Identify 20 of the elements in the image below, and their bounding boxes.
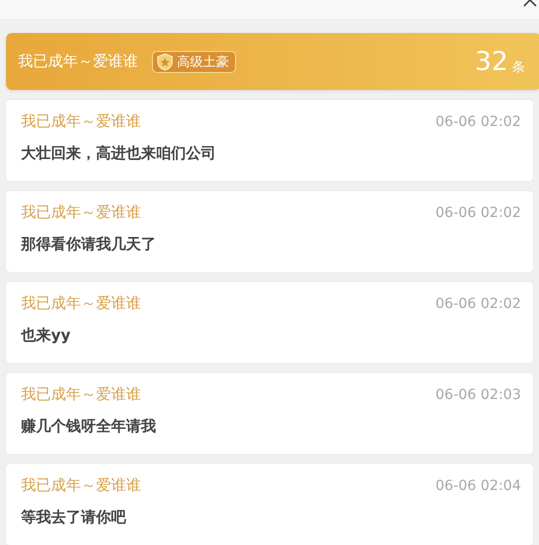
message-username: 我已成年～爱谁谁 (21, 385, 141, 404)
message-username: 我已成年～爱谁谁 (21, 203, 141, 222)
message-time: 06-06 02:02 (436, 114, 521, 130)
banner-username: 我已成年～爱谁谁 (18, 52, 138, 71)
message-username: 我已成年～爱谁谁 (21, 112, 141, 131)
count-unit: 条 (512, 58, 525, 76)
message-text: 赚几个钱呀全年请我 (21, 417, 157, 436)
message-text: 大壮回来，高进也来咱们公司 (21, 144, 217, 163)
message-time: 06-06 02:02 (436, 296, 521, 312)
badge-label: 高级土豪 (177, 54, 229, 70)
star-shield-icon (156, 52, 174, 70)
message-count: 32 (474, 46, 508, 76)
message-username: 我已成年～爱谁谁 (21, 294, 141, 313)
message-username: 我已成年～爱谁谁 (21, 476, 141, 495)
message-time: 06-06 02:03 (436, 386, 521, 402)
message-time: 06-06 02:02 (436, 204, 521, 220)
message-text: 也来yy (21, 326, 72, 345)
message-time: 06-06 02:04 (436, 478, 521, 494)
message-text: 等我去了请你吧 (21, 508, 128, 527)
message-text: 那得看你请我几天了 (21, 235, 157, 254)
